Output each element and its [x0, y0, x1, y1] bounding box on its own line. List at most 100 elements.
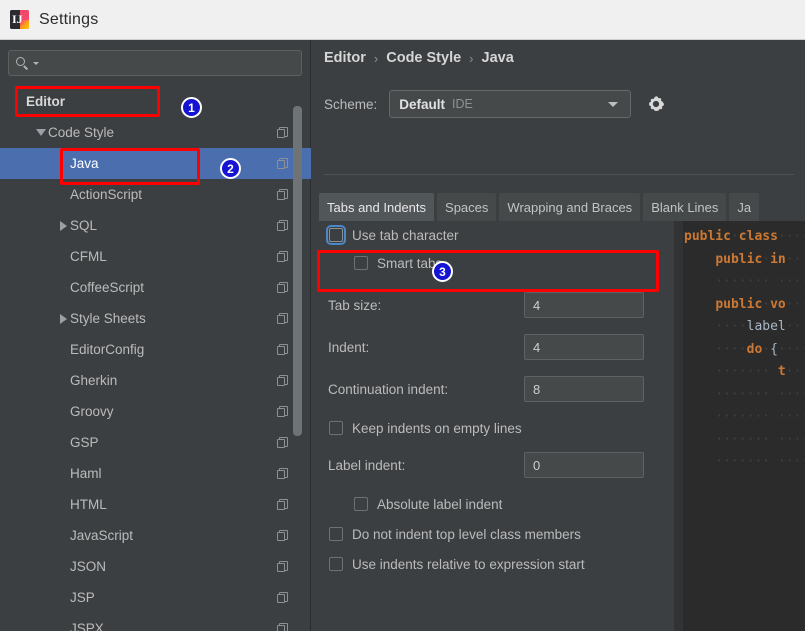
smart-tabs-checkbox[interactable]: [354, 256, 368, 270]
settings-body: Editor Code Style Java ActionScript SQL CFML C…: [0, 40, 805, 631]
scheme-dropdown[interactable]: Default IDE: [389, 90, 632, 118]
copy-scheme-icon[interactable]: [277, 436, 289, 449]
chevron-down-icon[interactable]: [608, 102, 619, 107]
sidebar-item-label: JavaScript: [70, 528, 134, 543]
chevron-right-icon[interactable]: [56, 313, 70, 324]
search-box[interactable]: [8, 50, 302, 76]
scheme-value: Default: [399, 96, 446, 112]
copy-scheme-icon[interactable]: [277, 219, 289, 232]
sidebar-item-label: HTML: [70, 497, 107, 512]
search-icon: [16, 56, 31, 71]
sidebar-item-label: EditorConfig: [70, 342, 145, 357]
sidebar-item-html[interactable]: HTML: [0, 489, 311, 520]
sidebar-item-label: Code Style: [48, 125, 115, 140]
no-indent-members-checkbox[interactable]: [329, 527, 343, 541]
sidebar-item-label: GSP: [70, 435, 99, 450]
tab-blank-lines[interactable]: Blank Lines: [643, 193, 727, 221]
sidebar-item-cfml[interactable]: CFML: [0, 241, 311, 272]
copy-scheme-icon[interactable]: [277, 157, 289, 170]
breadcrumb-item-editor[interactable]: Editor: [324, 50, 366, 66]
sidebar-item-actionscript[interactable]: ActionScript: [0, 179, 311, 210]
copy-scheme-icon[interactable]: [277, 591, 289, 604]
keep-indents-checkbox[interactable]: [329, 421, 343, 435]
sidebar-item-jspx[interactable]: JSPX: [0, 613, 311, 631]
sidebar-scrollbar-thumb[interactable]: [293, 106, 302, 436]
label-indent-input[interactable]: 0: [524, 452, 644, 478]
indent-input[interactable]: 4: [524, 334, 644, 360]
sidebar-item-javascript[interactable]: JavaScript: [0, 520, 311, 551]
sidebar-item-jsp[interactable]: JSP: [0, 582, 311, 613]
copy-scheme-icon[interactable]: [277, 126, 289, 139]
copy-scheme-icon[interactable]: [277, 281, 289, 294]
copy-scheme-icon[interactable]: [277, 188, 289, 201]
settings-tabstrip: Tabs and Indents Spaces Wrapping and Brace…: [319, 193, 805, 221]
sidebar-item-label: JSPX: [70, 621, 104, 631]
search-input[interactable]: [39, 55, 301, 71]
copy-scheme-icon[interactable]: [277, 560, 289, 573]
absolute-label-indent-checkbox[interactable]: [354, 497, 368, 511]
field-tab-size: Tab size: 4: [328, 290, 674, 320]
gear-icon[interactable]: [645, 93, 667, 115]
tab-tabs-and-indents[interactable]: Tabs and Indents: [319, 193, 435, 221]
settings-sidebar: Editor Code Style Java ActionScript SQL CFML C…: [0, 40, 311, 631]
sidebar-item-label: Haml: [70, 466, 102, 481]
sidebar-item-label: JSON: [70, 559, 107, 574]
sidebar-item-editor[interactable]: Editor: [0, 86, 311, 117]
sidebar-item-gsp[interactable]: GSP: [0, 427, 311, 458]
step-badge-1: 1: [181, 97, 202, 118]
sidebar-item-sql[interactable]: SQL: [0, 210, 311, 241]
settings-tree: Editor Code Style Java ActionScript SQL CFML C…: [0, 86, 311, 631]
label-indent-label: Label indent:: [328, 457, 406, 473]
copy-scheme-icon[interactable]: [277, 343, 289, 356]
option-keep-indents[interactable]: Keep indents on empty lines: [329, 414, 674, 442]
option-use-tab-character[interactable]: Use tab character: [326, 221, 674, 249]
breadcrumb-item-java[interactable]: Java: [482, 50, 514, 66]
sidebar-item-coffeescript[interactable]: CoffeeScript: [0, 272, 311, 303]
sidebar-item-code-style[interactable]: Code Style: [0, 117, 311, 148]
sidebar-item-label: CoffeeScript: [70, 280, 145, 295]
copy-scheme-icon[interactable]: [277, 250, 289, 263]
sidebar-item-label: Java: [70, 156, 99, 171]
sidebar-item-label: Gherkin: [70, 373, 118, 388]
code-preview: ······· ··· ···· ··· ··· · ······ · ·· ····· …: [674, 221, 805, 631]
sidebar-item-style-sheets[interactable]: Style Sheets: [0, 303, 311, 334]
sidebar-item-gherkin[interactable]: Gherkin: [0, 365, 311, 396]
copy-scheme-icon[interactable]: [277, 374, 289, 387]
sidebar-item-label: JSP: [70, 590, 95, 605]
copy-scheme-icon[interactable]: [277, 498, 289, 511]
option-absolute-label-indent[interactable]: Absolute label indent: [354, 490, 674, 518]
breadcrumb-item-code-style[interactable]: Code Style: [386, 50, 461, 66]
breadcrumb-separator: ›: [469, 50, 474, 66]
option-relative-indents[interactable]: Use indents relative to expression start: [329, 550, 674, 578]
sidebar-scrollbar-track[interactable]: [293, 40, 306, 585]
relative-indents-checkbox[interactable]: [329, 557, 343, 571]
chevron-right-icon[interactable]: [56, 220, 70, 231]
sidebar-item-label: ActionScript: [70, 187, 143, 202]
copy-scheme-icon[interactable]: [277, 312, 289, 325]
sidebar-item-java[interactable]: Java: [0, 148, 311, 179]
sidebar-item-editorconfig[interactable]: EditorConfig: [0, 334, 311, 365]
sidebar-item-label: Groovy: [70, 404, 114, 419]
tab-ja[interactable]: Ja: [729, 193, 760, 221]
tab-spaces[interactable]: Spaces: [437, 193, 497, 221]
option-smart-tabs[interactable]: Smart tabs: [354, 249, 674, 277]
sidebar-item-label: Style Sheets: [70, 311, 146, 326]
settings-window: IJ Settings Editor Code Style Java ActionSc…: [0, 0, 805, 631]
continuation-indent-input[interactable]: 8: [524, 376, 644, 402]
copy-scheme-icon[interactable]: [277, 405, 289, 418]
sidebar-item-haml[interactable]: Haml: [0, 458, 311, 489]
option-no-indent-members[interactable]: Do not indent top level class members: [329, 520, 674, 548]
divider: [324, 174, 794, 175]
tab-wrapping-and-braces[interactable]: Wrapping and Braces: [499, 193, 641, 221]
chevron-down-icon[interactable]: [34, 129, 48, 136]
sidebar-item-groovy[interactable]: Groovy: [0, 396, 311, 427]
breadcrumb: Editor › Code Style › Java: [324, 50, 514, 66]
step-badge-3: 3: [432, 261, 453, 282]
copy-scheme-icon[interactable]: [277, 467, 289, 480]
use-tab-character-label: Use tab character: [352, 227, 459, 243]
copy-scheme-icon[interactable]: [277, 622, 289, 631]
sidebar-item-json[interactable]: JSON: [0, 551, 311, 582]
tab-size-input[interactable]: 4: [524, 292, 644, 318]
use-tab-character-checkbox[interactable]: [326, 225, 346, 245]
copy-scheme-icon[interactable]: [277, 529, 289, 542]
